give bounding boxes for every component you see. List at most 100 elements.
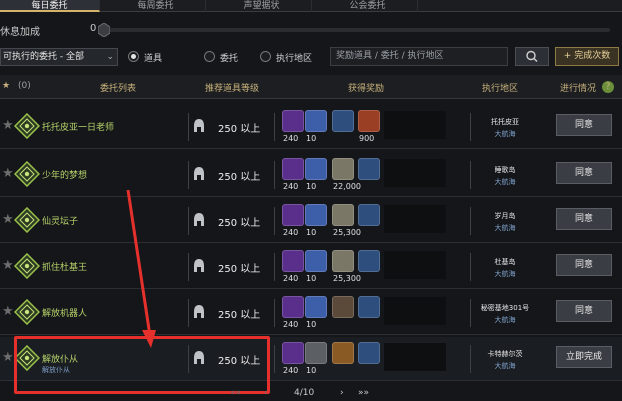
coin-bag-icon[interactable]	[332, 342, 354, 364]
col-status: 进行情况	[560, 84, 597, 94]
gem-crystal-icon[interactable]	[282, 204, 304, 226]
accept-button[interactable]: 同意	[556, 254, 612, 276]
table-row[interactable]: ★ 抓住杜基王 250 以上 240 10 25,300 杜基岛 大航海 同意	[0, 245, 622, 289]
region-sea: 大航海	[494, 316, 516, 324]
potion-icon[interactable]	[358, 158, 380, 180]
reward-slot-empty	[384, 159, 446, 187]
column-divider	[470, 161, 471, 189]
gem-crystal-icon[interactable]	[282, 250, 304, 272]
reward-quantity: 10	[306, 320, 317, 329]
add-completion-button[interactable]: + 完成次数	[555, 47, 619, 66]
tab-daily[interactable]: 每日委托	[0, 0, 100, 12]
reward-quantity: 10	[306, 182, 317, 191]
table-row[interactable]: ★ 托托皮亚一日老师 250 以上 240 10 900 托托皮亚 大航海 同意	[0, 105, 622, 149]
gem-crystal-icon[interactable]	[282, 342, 304, 364]
region-cell: 卡特赫尔茨 大航海	[474, 337, 536, 381]
accept-button[interactable]: 同意	[556, 114, 612, 136]
pager: «« ‹ 4/10 › »»	[228, 388, 388, 401]
region-place: 杜基岛	[494, 258, 516, 266]
column-divider	[470, 207, 471, 235]
tab-guild[interactable]: 公会委托	[318, 0, 418, 12]
column-divider	[274, 161, 275, 189]
column-divider	[470, 299, 471, 327]
gem-crystal-icon[interactable]	[282, 110, 304, 132]
accept-button[interactable]: 同意	[556, 208, 612, 230]
first-page-icon[interactable]: ««	[230, 388, 241, 398]
reward-slot-empty	[384, 111, 446, 139]
column-divider	[274, 113, 275, 141]
diamond-icon[interactable]	[305, 296, 327, 318]
helmet-icon	[194, 305, 204, 318]
complete-now-button[interactable]: 立即完成	[556, 346, 612, 368]
radio-item-label: 道具	[144, 54, 163, 64]
potion-icon[interactable]	[358, 342, 380, 364]
reward-quantity: 10	[306, 228, 317, 237]
diamond-icon[interactable]	[305, 110, 327, 132]
diamond-icon[interactable]	[305, 342, 327, 364]
diamond-icon[interactable]	[305, 204, 327, 226]
coin-bag-icon[interactable]	[332, 250, 354, 272]
quest-name: 抓住杜基王	[42, 263, 88, 273]
reward-quantity: 240	[283, 274, 299, 283]
column-divider	[188, 299, 189, 327]
favorite-count: (0)	[18, 81, 31, 91]
coin-bag-icon[interactable]	[332, 296, 354, 318]
reward-quantity: 900	[359, 134, 375, 143]
potion-icon[interactable]	[358, 296, 380, 318]
reward-quantity: 10	[306, 274, 317, 283]
accept-button[interactable]: 同意	[556, 300, 612, 322]
last-page-icon[interactable]: »»	[358, 388, 369, 398]
favorite-star-icon[interactable]: ★	[2, 258, 14, 273]
quest-filter-select[interactable]: 可执行的委托 - 全部 ⌄	[0, 48, 118, 66]
region-sea: 大航海	[494, 270, 516, 278]
region-place: 秘密基地301号	[480, 304, 530, 312]
next-page-icon[interactable]: ›	[340, 388, 344, 398]
potion-icon[interactable]	[358, 110, 380, 132]
diamond-icon[interactable]	[305, 158, 327, 180]
coin-bag-icon[interactable]	[332, 110, 354, 132]
prev-page-icon[interactable]: ‹	[264, 388, 268, 398]
quest-filter-value: 可执行的委托 - 全部	[3, 52, 84, 62]
reward-quantity: 240	[283, 228, 299, 237]
table-row[interactable]: ★ 少年的梦想 250 以上 240 10 22,000 睡歌岛 大航海 同意	[0, 153, 622, 197]
search-icon	[526, 50, 538, 62]
reward-slot-empty	[384, 343, 446, 371]
reward-slot-empty	[384, 205, 446, 233]
radio-region[interactable]	[260, 51, 271, 62]
favorite-star-icon[interactable]: ★	[2, 166, 14, 181]
region-place: 睡歌岛	[494, 166, 516, 174]
region-sea: 大航海	[494, 130, 516, 138]
coin-bag-icon[interactable]	[332, 158, 354, 180]
rest-bonus-value: 0	[90, 23, 97, 34]
gem-crystal-icon[interactable]	[282, 296, 304, 318]
accept-button[interactable]: 同意	[556, 162, 612, 184]
radio-item[interactable]	[128, 51, 139, 62]
search-input[interactable]: 奖励道具 / 委托 / 执行地区	[330, 47, 508, 66]
potion-icon[interactable]	[358, 204, 380, 226]
recommended-level: 250 以上	[218, 264, 261, 275]
coin-bag-icon[interactable]	[332, 204, 354, 226]
chevron-down-icon: ⌄	[106, 52, 114, 62]
favorite-star-icon[interactable]: ★	[2, 212, 14, 227]
table-header: ★ (0) 委托列表 推荐道具等级 获得奖励 执行地区 进行情况 ?	[0, 75, 622, 99]
diamond-icon[interactable]	[305, 250, 327, 272]
search-button[interactable]	[515, 47, 549, 66]
favorite-star-icon[interactable]: ★	[2, 118, 14, 133]
region-cell: 杜基岛 大航海	[474, 245, 536, 289]
favorite-star-icon[interactable]: ★	[2, 81, 10, 91]
help-icon[interactable]: ?	[602, 81, 614, 93]
favorite-star-icon[interactable]: ★	[2, 350, 14, 365]
reward-quantity: 10	[306, 366, 317, 375]
helmet-icon	[194, 259, 204, 272]
region-cell: 托托皮亚 大航海	[474, 105, 536, 149]
reward-quantity: 240	[283, 366, 299, 375]
quest-icon	[14, 299, 40, 325]
gem-crystal-icon[interactable]	[282, 158, 304, 180]
radio-quest[interactable]	[204, 51, 215, 62]
tab-weekly[interactable]: 每周委托	[106, 0, 206, 12]
table-row[interactable]: ★ 解放机器人 250 以上 240 10 秘密基地301号 大航海 同意	[0, 291, 622, 335]
favorite-star-icon[interactable]: ★	[2, 304, 14, 319]
tab-reputation[interactable]: 声望据状	[212, 0, 312, 12]
table-row[interactable]: ★ 仙灵坛子 250 以上 240 10 25,300 岁月岛 大航海 同意	[0, 199, 622, 243]
potion-icon[interactable]	[358, 250, 380, 272]
